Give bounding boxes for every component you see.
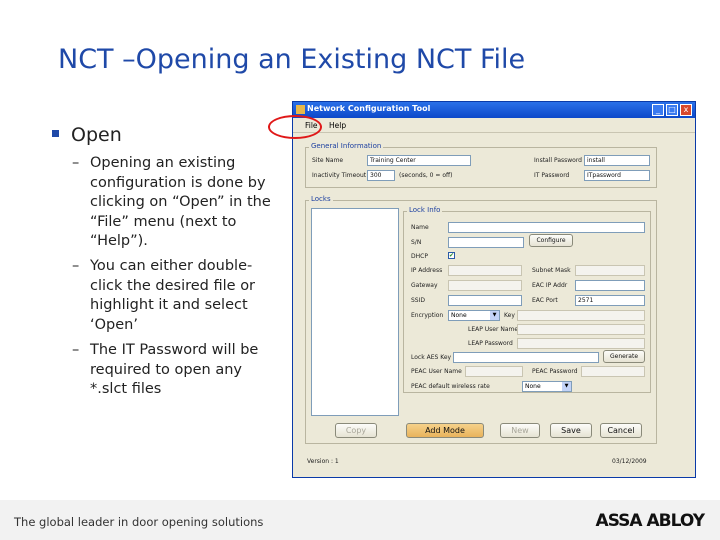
copy-button[interactable]: Copy <box>335 423 377 438</box>
menu-help[interactable]: Help <box>329 121 346 130</box>
maximize-button[interactable]: □ <box>666 104 678 116</box>
install-password-label: Install Password <box>534 157 582 164</box>
ssid-label: SSID <box>411 297 426 304</box>
site-name-label: Site Name <box>312 157 344 164</box>
assa-abloy-logo: ASSA ABLOY <box>595 511 705 531</box>
peac-wireless-rate-label: PEAC default wireless rate <box>411 383 490 390</box>
app-icon <box>296 105 305 114</box>
sub-bullet-2: – You can either double-click the desire… <box>72 257 282 335</box>
locks-list[interactable] <box>311 208 399 416</box>
sn-label: S/N <box>411 239 422 246</box>
save-button[interactable]: Save <box>550 423 592 438</box>
footer-tagline: The global leader in door opening soluti… <box>14 515 264 529</box>
close-button[interactable]: x <box>680 104 692 116</box>
encryption-value: None <box>451 312 467 319</box>
new-button[interactable]: New <box>500 423 540 438</box>
name-label: Name <box>411 224 429 231</box>
cancel-button[interactable]: Cancel <box>600 423 642 438</box>
general-info-group <box>305 147 657 188</box>
key-field[interactable] <box>517 310 645 321</box>
chevron-down-icon: ▼ <box>562 382 571 391</box>
chevron-down-icon: ▼ <box>490 311 499 320</box>
lock-aes-key-label: Lock AES Key <box>411 354 452 361</box>
eac-port-label: EAC Port <box>532 297 558 304</box>
eac-ip-label: EAC IP Addr <box>532 282 568 289</box>
minimize-button[interactable]: _ <box>652 104 664 116</box>
dash: – <box>72 342 80 358</box>
bullet-open-text: Open <box>71 124 122 146</box>
general-info-legend: General Information <box>309 142 384 150</box>
sn-field[interactable] <box>448 237 524 248</box>
peac-wireless-rate-select[interactable]: None ▼ <box>522 381 572 392</box>
leap-password-label: LEAP Password <box>468 340 513 347</box>
eac-ip-field[interactable] <box>575 280 645 291</box>
key-label: Key <box>504 312 515 319</box>
lock-info-legend: Lock Info <box>407 206 443 214</box>
it-password-field[interactable]: ITpassword <box>584 170 650 181</box>
bullet-square-icon <box>52 130 59 137</box>
gateway-label: Gateway <box>411 282 438 289</box>
encryption-label: Encryption <box>411 312 444 319</box>
add-mode-button[interactable]: Add Mode <box>406 423 484 438</box>
gateway-field[interactable] <box>448 280 522 291</box>
inactivity-timeout-field[interactable]: 300 <box>367 170 395 181</box>
it-password-label: IT Password <box>534 172 570 179</box>
window-title: Network Configuration Tool <box>307 104 431 113</box>
install-password-field[interactable]: install <box>584 155 650 166</box>
version-text: Version : 1 <box>307 458 339 465</box>
annotation-ring <box>268 115 322 139</box>
subnet-mask-field[interactable] <box>575 265 645 276</box>
configure-button[interactable]: Configure <box>529 234 573 247</box>
date-text: 03/12/2009 <box>612 458 647 465</box>
inactivity-timeout-label: Inactivity Timeout <box>312 172 367 179</box>
site-name-field[interactable]: Training Center <box>367 155 471 166</box>
lock-aes-key-field[interactable] <box>453 352 599 363</box>
sub-bullet-text: You can either double-click the desired … <box>90 258 256 333</box>
leap-user-label: LEAP User Name <box>468 326 519 333</box>
peac-user-field[interactable] <box>465 366 523 377</box>
generate-button[interactable]: Generate <box>603 350 645 363</box>
inactivity-unit: (seconds, 0 = off) <box>399 172 453 179</box>
peac-wireless-rate-value: None <box>525 383 541 390</box>
ssid-field[interactable] <box>448 295 522 306</box>
bullet-open: Open <box>52 124 122 146</box>
dhcp-checkbox[interactable]: ✔ <box>448 252 455 259</box>
sub-bullet-text: The IT Password will be required to open… <box>90 342 259 397</box>
dhcp-label: DHCP <box>411 253 428 260</box>
sub-bullet-3: – The IT Password will be required to op… <box>72 341 282 400</box>
peac-password-label: PEAC Password <box>532 368 578 375</box>
peac-user-label: PEAC User Name <box>411 368 462 375</box>
eac-port-field[interactable]: 2571 <box>575 295 645 306</box>
slide-title: NCT –Opening an Existing NCT File <box>58 44 526 75</box>
sub-bullet-1: – Opening an existing configuration is d… <box>72 154 282 252</box>
locks-legend: Locks <box>309 195 333 203</box>
sub-bullet-text: Opening an existing configuration is don… <box>90 155 271 249</box>
name-field[interactable] <box>448 222 645 233</box>
peac-password-field[interactable] <box>581 366 645 377</box>
title-bar[interactable]: Network Configuration Tool _ □ x <box>293 102 695 118</box>
leap-password-field[interactable] <box>517 338 645 349</box>
ip-address-label: IP Address <box>411 267 443 274</box>
subnet-mask-label: Subnet Mask <box>532 267 571 274</box>
app-window: Network Configuration Tool _ □ x File He… <box>292 101 696 478</box>
footer-bar: The global leader in door opening soluti… <box>0 500 720 540</box>
encryption-select[interactable]: None ▼ <box>448 310 500 321</box>
dash: – <box>72 258 80 274</box>
leap-user-field[interactable] <box>517 324 645 335</box>
ip-address-field[interactable] <box>448 265 522 276</box>
menu-bar: File Help <box>293 119 695 133</box>
dash: – <box>72 155 80 171</box>
